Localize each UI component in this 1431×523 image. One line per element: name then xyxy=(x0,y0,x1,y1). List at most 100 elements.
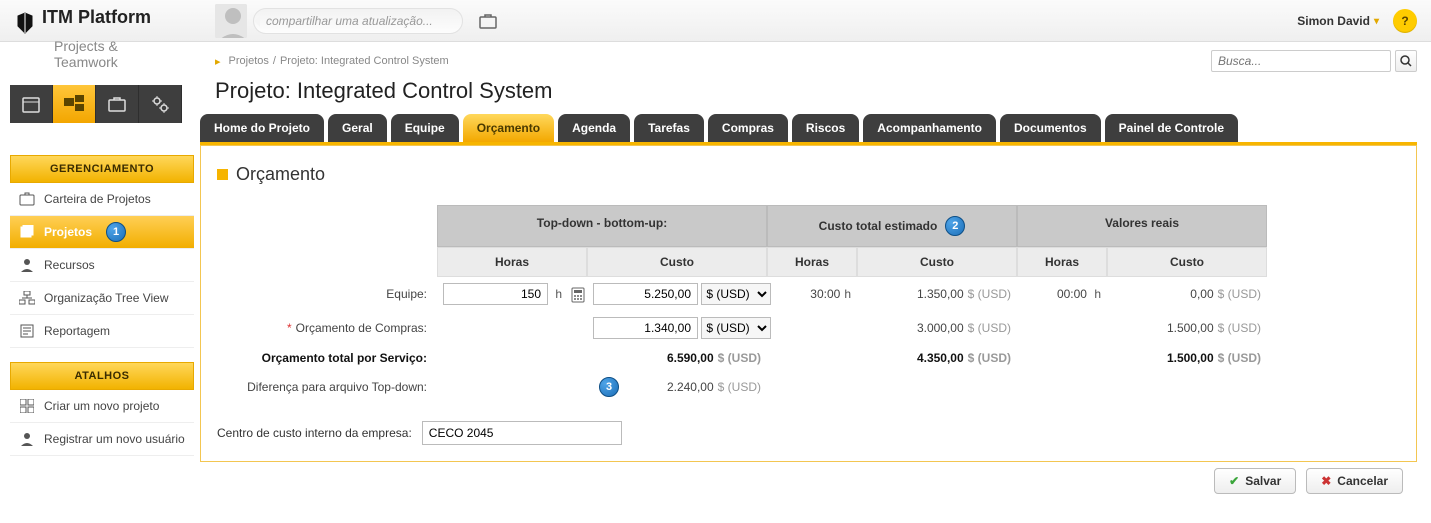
sidebar-item-label: Carteira de Projetos xyxy=(44,192,151,206)
purchase-currency-select[interactable]: $ (USD) xyxy=(701,317,771,339)
sidebar-item-org-tree[interactable]: Organização Tree View xyxy=(10,282,194,315)
tile-calendar[interactable] xyxy=(10,85,53,123)
team-cost-input[interactable] xyxy=(593,283,698,305)
step-badge-3: 3 xyxy=(599,377,619,397)
sidebar-item-new-user[interactable]: Registrar um novo usuário xyxy=(10,423,194,456)
diff-td-cost: 2.240,00$ (USD) xyxy=(629,380,761,394)
grid-icon xyxy=(18,399,36,413)
breadcrumb-root[interactable]: Projetos xyxy=(229,55,269,67)
cancel-button-label: Cancelar xyxy=(1337,474,1388,488)
tabs: Home do Projeto Geral Equipe Orçamento A… xyxy=(200,114,1417,145)
step-badge-2: 2 xyxy=(945,216,965,236)
save-button-label: Salvar xyxy=(1245,474,1281,488)
share-update-input[interactable]: compartilhar uma atualização... xyxy=(253,8,463,34)
brand-name: ITM Platform xyxy=(42,8,151,27)
row-total-label: Orçamento total por Serviço: xyxy=(217,345,437,371)
team-real-hours: 00:00 h xyxy=(1017,281,1107,307)
save-button[interactable]: ✔ Salvar xyxy=(1214,468,1296,494)
sidebar-item-label: Reportagem xyxy=(44,324,110,338)
chevron-down-icon: ▾ xyxy=(1374,16,1379,27)
group-topdown: Top-down - bottom-up: xyxy=(437,205,767,247)
tab-tasks[interactable]: Tarefas xyxy=(634,114,704,142)
page-title: Projeto: Integrated Control System xyxy=(0,78,1431,114)
row-team-label: Equipe: xyxy=(217,281,437,307)
panel-bullet-icon xyxy=(217,169,228,180)
tab-general[interactable]: Geral xyxy=(328,114,387,142)
sidebar-item-label: Organização Tree View xyxy=(44,291,169,305)
briefcase-icon[interactable] xyxy=(477,10,499,32)
total-real-cost: 1.500,00$ (USD) xyxy=(1107,345,1267,371)
purchase-real-cost: 1.500,00$ (USD) xyxy=(1107,315,1267,341)
sidebar-item-label: Criar um novo projeto xyxy=(44,399,159,413)
sub-cost-real: Custo xyxy=(1107,247,1267,277)
tile-settings[interactable] xyxy=(139,85,182,123)
group-real: Valores reais xyxy=(1017,205,1267,247)
search-icon xyxy=(1400,55,1412,67)
brand-sub: Projects & Teamwork xyxy=(54,38,151,70)
sidebar-item-label: Recursos xyxy=(44,258,95,272)
panel-title-text: Orçamento xyxy=(236,164,325,185)
close-icon: ✖ xyxy=(1321,474,1331,488)
top-header: ITM Platform Projects & Teamwork compart… xyxy=(0,0,1431,42)
sidebar-heading-shortcuts: ATALHOS xyxy=(10,362,194,390)
step-badge-1: 1 xyxy=(106,222,126,242)
person-icon xyxy=(18,432,36,446)
tile-management[interactable] xyxy=(53,85,96,123)
person-icon xyxy=(18,258,36,272)
total-td-cost: 6.590,00$ (USD) xyxy=(587,345,767,371)
sidebar: GERENCIAMENTO Carteira de Projetos Proje… xyxy=(0,114,200,494)
row-diff-label: Diferença para arquivo Top-down: xyxy=(217,374,437,400)
report-icon xyxy=(18,324,36,338)
team-hours-input[interactable] xyxy=(443,283,548,305)
sidebar-item-label: Projetos xyxy=(44,225,92,239)
sidebar-item-reporting[interactable]: Reportagem xyxy=(10,315,194,348)
share-placeholder: compartilhar uma atualização... xyxy=(266,14,433,28)
sub-cost-est: Custo xyxy=(857,247,1017,277)
user-name: Simon David xyxy=(1297,14,1370,28)
brand: ITM Platform Projects & Teamwork xyxy=(14,8,151,34)
check-icon: ✔ xyxy=(1229,474,1239,488)
briefcase-icon xyxy=(18,192,36,206)
budget-table: Top-down - bottom-up: Custo total estima… xyxy=(217,205,1400,403)
tab-agenda[interactable]: Agenda xyxy=(558,114,630,142)
action-buttons: ✔ Salvar ✖ Cancelar xyxy=(200,468,1417,494)
breadcrumb-sep-icon: ▸ xyxy=(215,55,221,68)
tab-documents[interactable]: Documentos xyxy=(1000,114,1101,142)
tab-home[interactable]: Home do Projeto xyxy=(200,114,324,142)
tab-risks[interactable]: Riscos xyxy=(792,114,859,142)
team-currency-select[interactable]: $ (USD) xyxy=(701,283,771,305)
avatar[interactable] xyxy=(215,4,247,38)
tab-budget[interactable]: Orçamento xyxy=(463,114,554,142)
side-toolbar xyxy=(10,85,182,123)
cost-center-input[interactable] xyxy=(422,421,622,445)
user-menu[interactable]: Simon David ▾ xyxy=(1297,14,1379,28)
team-est-hours: 30:00h xyxy=(767,281,857,307)
purchase-est-cost: 3.000,00$ (USD) xyxy=(857,315,1017,341)
purchase-cost-input[interactable] xyxy=(593,317,698,339)
help-icon[interactable]: ? xyxy=(1393,9,1417,33)
tab-purchases[interactable]: Compras xyxy=(708,114,788,142)
tab-dashboard[interactable]: Painel de Controle xyxy=(1105,114,1238,142)
calculator-icon[interactable] xyxy=(569,286,587,304)
sub-cost-td: Custo xyxy=(587,247,767,277)
group-estimated: Custo total estimado xyxy=(819,219,938,233)
total-est-cost: 4.350,00$ (USD) xyxy=(857,345,1017,371)
cancel-button[interactable]: ✖ Cancelar xyxy=(1306,468,1403,494)
sub-hours-est: Horas xyxy=(767,247,857,277)
sidebar-item-resources[interactable]: Recursos xyxy=(10,249,194,282)
breadcrumb-strip: ▸ Projetos / Projeto: Integrated Control… xyxy=(0,42,1431,78)
sidebar-list-shortcuts: Criar um novo projeto Registrar um novo … xyxy=(10,390,194,456)
sidebar-item-projects[interactable]: Projetos 1 xyxy=(10,216,194,249)
tile-briefcase[interactable] xyxy=(96,85,139,123)
sidebar-item-new-project[interactable]: Criar um novo projeto xyxy=(10,390,194,423)
search-input[interactable] xyxy=(1211,50,1391,72)
breadcrumb: ▸ Projetos / Projeto: Integrated Control… xyxy=(215,55,449,68)
tab-team[interactable]: Equipe xyxy=(391,114,459,142)
tab-tracking[interactable]: Acompanhamento xyxy=(863,114,996,142)
search-button[interactable] xyxy=(1395,50,1417,72)
sidebar-list-management: Carteira de Projetos Projetos 1 Recursos… xyxy=(10,183,194,348)
panel-title: Orçamento xyxy=(217,164,1400,185)
sub-hours-real: Horas xyxy=(1017,247,1107,277)
sidebar-item-portfolio[interactable]: Carteira de Projetos xyxy=(10,183,194,216)
sidebar-heading-management: GERENCIAMENTO xyxy=(10,155,194,183)
